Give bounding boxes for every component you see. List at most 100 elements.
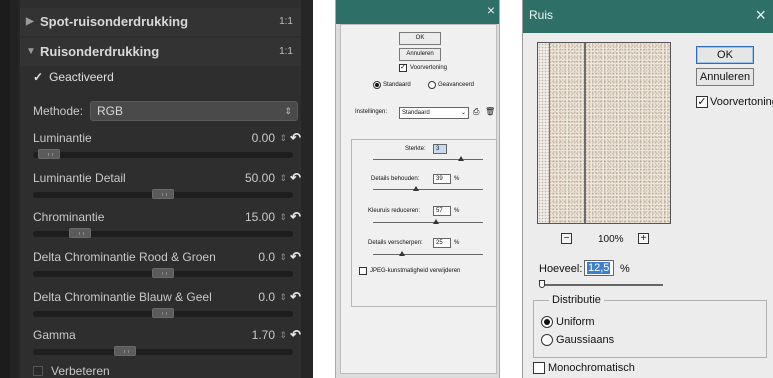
slider-thumb[interactable]	[152, 268, 174, 278]
slider-label: Chrominantie	[33, 210, 105, 224]
enabled-checkbox[interactable]: ✓ Geactiveerd	[33, 70, 114, 84]
enhance-checkbox[interactable]	[33, 366, 43, 376]
section-title: Ruisonderdrukking	[40, 44, 160, 59]
slider-thumb[interactable]	[38, 149, 60, 159]
slider-track[interactable]	[33, 268, 293, 278]
reset-icon[interactable]: ↶	[290, 249, 301, 265]
slider-thumb[interactable]	[433, 219, 439, 224]
reset-icon[interactable]: ↶	[290, 170, 301, 186]
gaussian-radio[interactable]	[541, 334, 553, 346]
zoom-in-icon[interactable]: +	[638, 233, 649, 244]
reduce-color-noise-slider[interactable]	[373, 219, 483, 224]
strength-input[interactable]: 3	[433, 144, 447, 154]
sharpen-details-input[interactable]: 25	[433, 238, 451, 248]
enhance-option[interactable]: Verbeteren	[33, 364, 110, 378]
section-spot-noise-reduction[interactable]: ▶ Spot-ruisonderdrukking 1:1	[20, 8, 301, 36]
slider-thumb[interactable]	[114, 346, 136, 356]
reduce-noise-dialog: × OK Annuleren ✓ Voorvertoning Standaard…	[335, 0, 500, 378]
reset-icon[interactable]: ↶	[290, 130, 301, 146]
stepper-arrows-icon[interactable]: ⇕	[279, 173, 287, 184]
method-label: Methode:	[33, 104, 84, 118]
method-value: RGB	[97, 104, 124, 118]
strength-label: Sterkte:	[405, 146, 426, 152]
stepper-arrows-icon[interactable]: ⇕	[279, 133, 287, 144]
gaussian-label: Gaussiaans	[556, 334, 615, 346]
preserve-details-input[interactable]: 39	[433, 174, 451, 184]
dialog-body: OK Annuleren ✓ Voorvertoning Standaard G…	[340, 24, 497, 374]
preserve-details-slider[interactable]	[373, 186, 483, 191]
cancel-button[interactable]: Annuleren	[696, 68, 754, 86]
percent-unit: %	[454, 208, 460, 214]
noise-reduction-panel: ▶ Spot-ruisonderdrukking 1:1 ▼ Ruisonder…	[0, 0, 313, 378]
amount-slider[interactable]	[539, 280, 663, 288]
slider-thumb[interactable]	[539, 280, 545, 288]
save-settings-icon[interactable]: ⎙	[473, 107, 479, 117]
distribution-label: Distributie	[549, 294, 604, 306]
amount-input[interactable]: 12,5	[584, 260, 614, 276]
collapse-triangle-icon: ▼	[26, 46, 36, 57]
zoom-ratio-label: 1:1	[279, 46, 293, 57]
slider-label: Luminantie Detail	[33, 171, 126, 185]
ok-button[interactable]: OK	[696, 46, 754, 64]
slider-value[interactable]: 50.00	[215, 171, 275, 185]
slider-thumb[interactable]	[152, 308, 174, 318]
reduce-color-noise-input[interactable]: 57	[433, 206, 451, 216]
sharpen-details-slider[interactable]	[373, 251, 483, 256]
slider-value[interactable]: 1.70	[215, 328, 275, 342]
slider-thumb[interactable]	[399, 251, 405, 256]
checkmark-icon: ✓	[33, 70, 44, 84]
preview-divider	[584, 43, 586, 223]
monochromatic-checkbox[interactable]	[533, 362, 545, 374]
slider-value[interactable]: 0.0	[215, 290, 275, 304]
section-noise-reduction[interactable]: ▼ Ruisonderdrukking 1:1	[20, 38, 301, 66]
slider-thumb[interactable]	[458, 156, 464, 161]
stepper-arrows-icon[interactable]: ⇕	[279, 330, 287, 341]
dialog-titlebar: ×	[336, 0, 499, 24]
stepper-arrows-icon[interactable]: ⇕	[279, 292, 287, 303]
close-icon[interactable]: ×	[487, 2, 495, 18]
percent-unit: %	[454, 176, 460, 182]
slider-value[interactable]: 0.0	[215, 250, 275, 264]
close-icon[interactable]: ×	[755, 5, 766, 26]
panel-edge	[0, 0, 10, 378]
remove-jpeg-checkbox[interactable]	[359, 267, 367, 275]
sharpen-details-label: Details verscherpen:	[368, 240, 423, 246]
enabled-label: Geactiveerd	[49, 70, 114, 84]
monochromatic-label: Monochromatisch	[548, 362, 635, 374]
slider-label: Delta Chrominantie Rood & Groen	[33, 250, 216, 264]
uniform-radio[interactable]	[541, 316, 553, 328]
slider-track[interactable]	[33, 189, 293, 199]
reset-icon[interactable]: ↶	[290, 209, 301, 225]
cancel-button[interactable]: Annuleren	[399, 48, 441, 61]
preview-edge-band	[538, 43, 550, 223]
ok-button[interactable]: OK	[399, 32, 441, 45]
slider-track[interactable]	[33, 346, 293, 356]
mode-standard-radio[interactable]	[373, 81, 381, 89]
preview-checkbox[interactable]: ✓	[399, 64, 407, 72]
preview-checkbox[interactable]: ✓	[696, 96, 708, 108]
strength-slider[interactable]	[373, 156, 483, 161]
method-select[interactable]: RGB ⇕	[90, 101, 298, 121]
slider-thumb[interactable]	[413, 186, 419, 191]
mode-advanced-radio[interactable]	[428, 81, 436, 89]
noise-preview[interactable]	[537, 42, 671, 224]
slider-track[interactable]	[33, 149, 293, 159]
stepper-arrows-icon[interactable]: ⇕	[279, 212, 287, 223]
zoom-level: 100%	[598, 234, 624, 245]
enhance-label: Verbeteren	[51, 364, 110, 378]
slider-value[interactable]: 15.00	[215, 210, 275, 224]
slider-track[interactable]	[33, 308, 293, 318]
slider-value[interactable]: 0.00	[215, 131, 275, 145]
settings-select[interactable]: Standaard ⌄	[399, 107, 469, 119]
stepper-arrows-icon[interactable]: ⇕	[279, 252, 287, 263]
delete-settings-icon[interactable]: 🗑	[485, 107, 495, 116]
zoom-out-icon[interactable]: −	[561, 233, 572, 244]
reset-icon[interactable]: ↶	[290, 289, 301, 305]
slider-thumb[interactable]	[152, 189, 174, 199]
percent-unit: %	[620, 263, 630, 275]
slider-thumb[interactable]	[69, 228, 91, 238]
slider-track[interactable]	[33, 228, 293, 238]
reduce-color-noise-label: Kleuruis reduceren:	[368, 208, 421, 214]
amount-value: 12,5	[587, 262, 611, 274]
reset-icon[interactable]: ↶	[290, 327, 301, 343]
